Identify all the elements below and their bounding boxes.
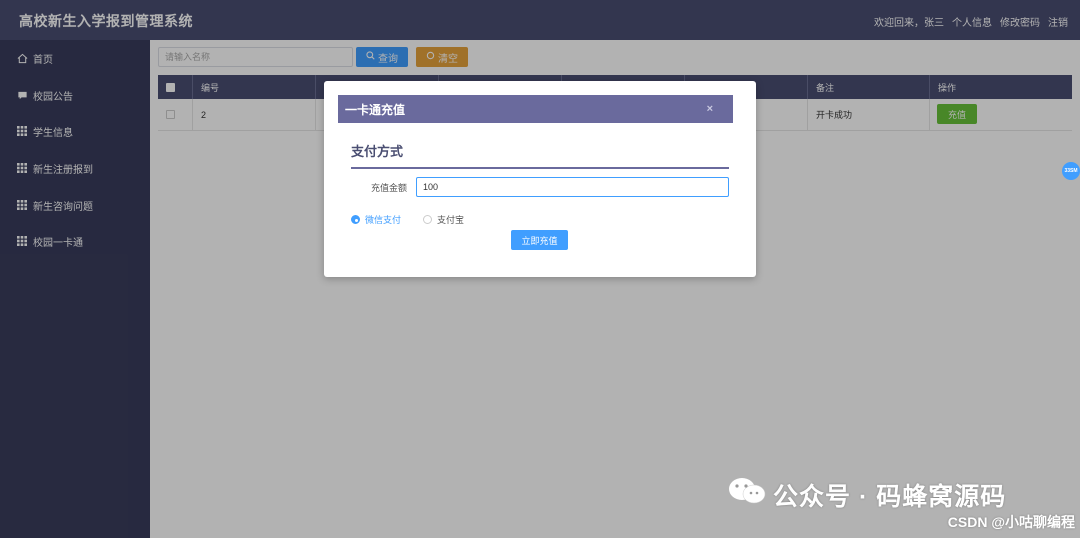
watermark-text: 公众号 · 码蜂窝源码 [773, 482, 1007, 511]
amount-input[interactable]: 100 [416, 177, 729, 197]
watermark-wechat: 公众号 · 码蜂窝源码 [727, 476, 1006, 513]
payment-option-label: 微信支付 [365, 215, 402, 225]
payment-option-wechat[interactable]: 微信支付 [351, 213, 401, 226]
dialog-header: 一卡通充值 × [338, 95, 733, 123]
dialog-title: 一卡通充值 [345, 102, 406, 117]
heading-divider [351, 167, 729, 169]
close-icon[interactable]: × [707, 103, 713, 115]
payment-method-heading: 支付方式 [351, 144, 404, 159]
submit-recharge-button[interactable]: 立即充值 [511, 230, 568, 250]
amount-label: 充值金额 [371, 183, 408, 193]
watermark-csdn: CSDN @小咕聊编程 [947, 514, 1075, 530]
radio-button-checked[interactable] [351, 215, 360, 224]
radio-button[interactable] [423, 215, 432, 224]
wechat-logo-icon [727, 476, 767, 513]
payment-option-alipay[interactable]: 支付宝 [423, 213, 464, 226]
payment-option-label: 支付宝 [437, 215, 465, 225]
floating-badge[interactable]: 33SM [1062, 162, 1080, 180]
recharge-dialog: 一卡通充值 × 支付方式 充值金额 100 微信支付 支付宝 立即充值 [324, 81, 756, 277]
